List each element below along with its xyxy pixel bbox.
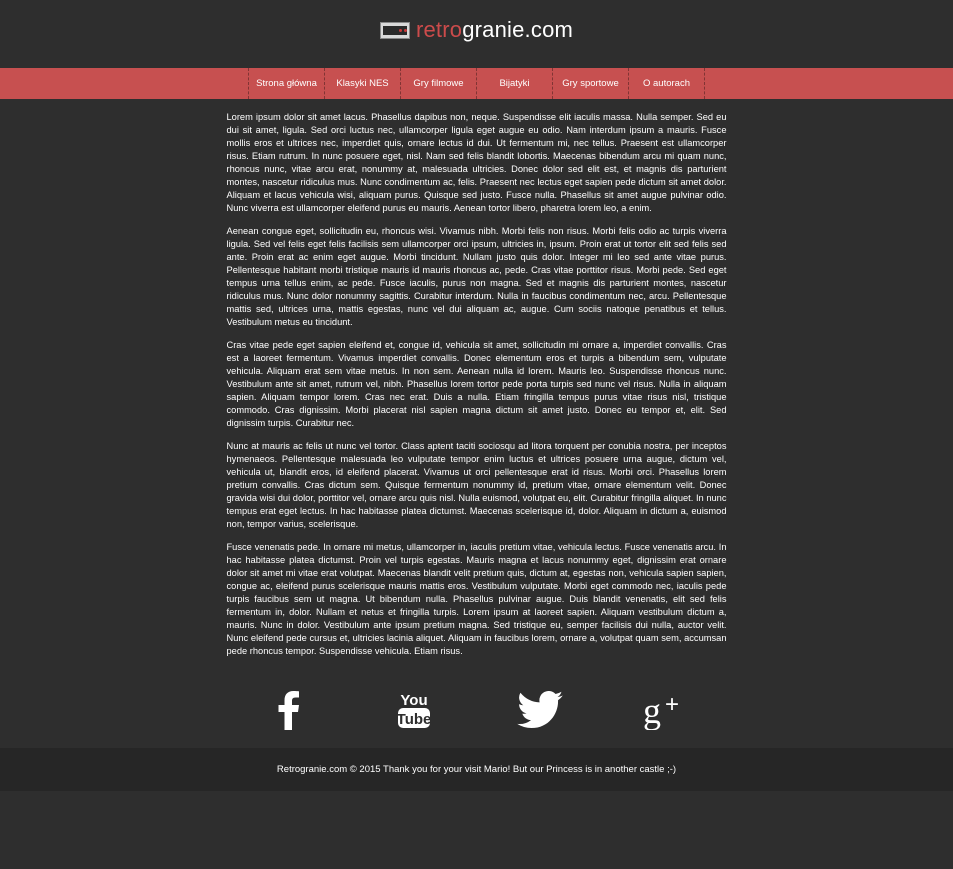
svg-text:You: You (400, 692, 427, 709)
site-header: retro granie.com (0, 0, 953, 68)
facebook-link[interactable] (225, 690, 351, 730)
youtube-icon: You Tube (397, 692, 431, 728)
facebook-icon (278, 690, 299, 730)
article-paragraph: Nunc at mauris ac felis ut nunc vel tort… (226, 441, 727, 529)
article-paragraph: Aenean congue eget, sollicitudin eu, rho… (226, 226, 727, 327)
nav-item-o-autorach[interactable]: O autorach (628, 68, 705, 99)
nav-item-bijatyki[interactable]: Bijatyki (476, 68, 552, 99)
google-plus-icon: g + (643, 691, 679, 730)
google-plus-link[interactable]: g + (603, 690, 729, 730)
article-content: Lorem ipsum dolor sit amet lacus. Phasel… (227, 99, 727, 658)
svg-text:+: + (665, 691, 679, 718)
nav-item-gry-sportowe[interactable]: Gry sportowe (552, 68, 628, 99)
article-paragraph: Cras vitae pede eget sapien eleifend et,… (226, 340, 727, 428)
site-footer: Retrogranie.com © 2015 Thank you for you… (0, 748, 953, 791)
footer-text: Retrogranie.com © 2015 Thank you for you… (276, 764, 677, 775)
article-paragraph: Fusce venenatis pede. In ornare mi metus… (226, 542, 727, 656)
svg-text:Tube: Tube (397, 711, 431, 728)
article-paragraph: Lorem ipsum dolor sit amet lacus. Phasel… (226, 112, 727, 213)
nav-item-klasyki-nes[interactable]: Klasyki NES (324, 68, 400, 99)
logo-accent-text: retro (415, 17, 463, 42)
social-links: You Tube g + (0, 671, 953, 748)
twitter-icon (516, 690, 563, 728)
nav-item-strona-glowna[interactable]: Strona główna (248, 68, 324, 99)
site-logo[interactable]: retro granie.com (0, 17, 953, 43)
nes-controller-icon (379, 21, 410, 39)
main-nav: Strona główna Klasyki NES Gry filmowe Bi… (0, 68, 953, 99)
twitter-link[interactable] (477, 690, 603, 729)
logo-rest-text: granie.com (462, 17, 574, 42)
nav-item-gry-filmowe[interactable]: Gry filmowe (400, 68, 476, 99)
youtube-link[interactable]: You Tube (351, 691, 477, 729)
svg-text:g: g (643, 691, 661, 730)
